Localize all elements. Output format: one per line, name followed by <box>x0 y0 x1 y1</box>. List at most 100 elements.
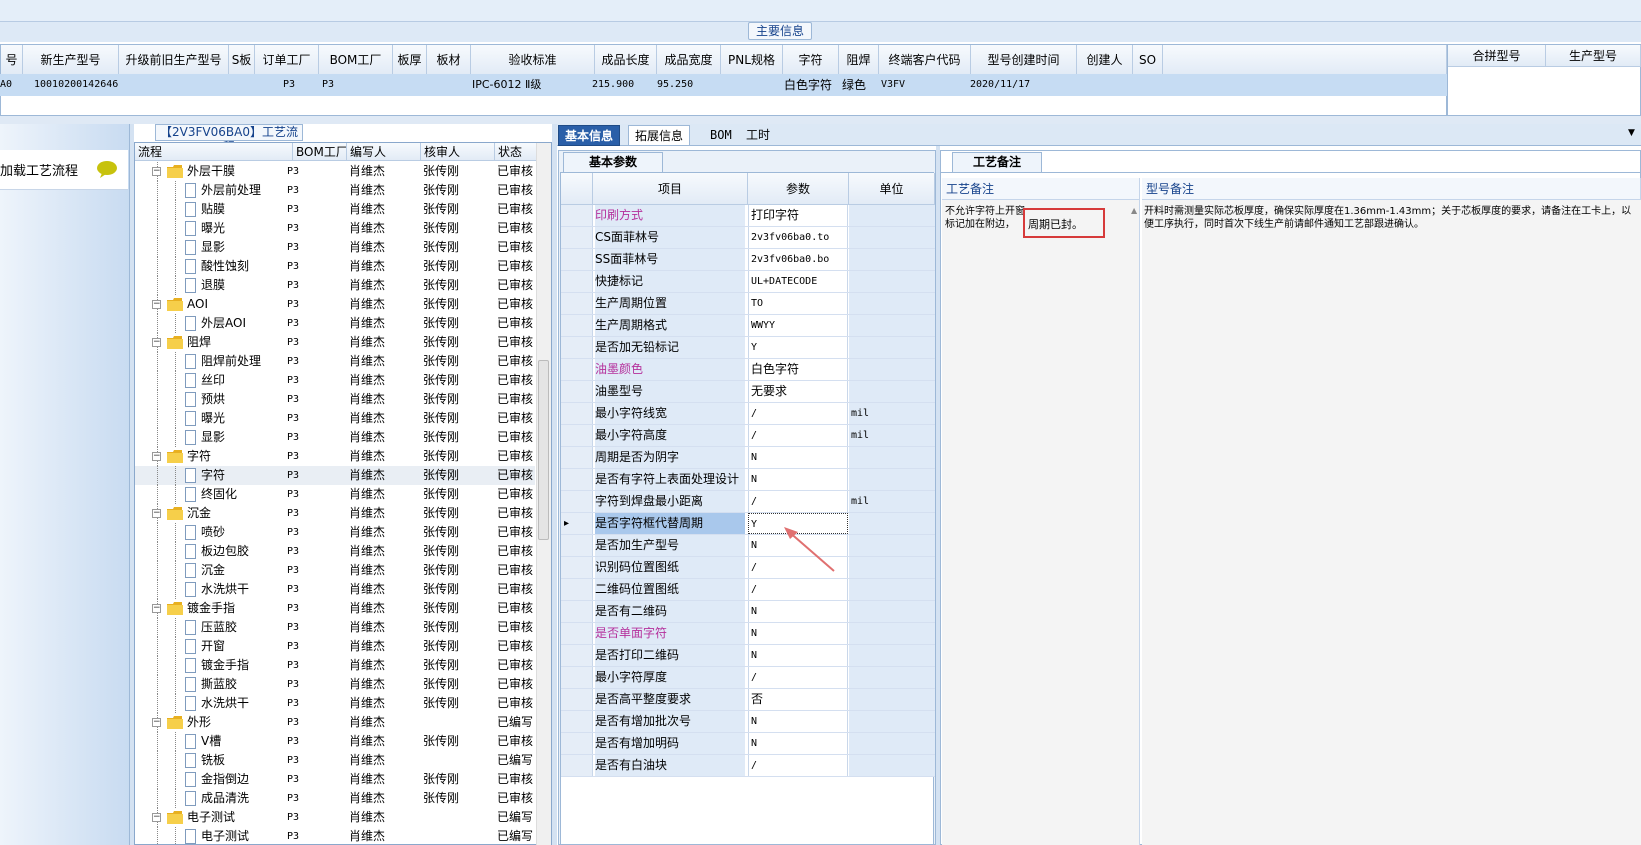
param-row[interactable]: 最小字符高度 / mil <box>561 425 935 447</box>
tab-basic-info[interactable]: 基本信息 <box>558 125 621 146</box>
param-row[interactable]: 是否有增加批次号 N <box>561 711 935 733</box>
param-row[interactable]: 周期是否为阴字 N <box>561 447 935 469</box>
tree-item-row[interactable]: 丝印 P3 肖维杰 张传刚 已审核 <box>135 371 535 390</box>
param-value[interactable]: 打印字符 <box>748 205 848 226</box>
row-indicator[interactable] <box>561 689 593 710</box>
row-indicator[interactable] <box>561 249 593 270</box>
col-header[interactable]: 编写人 <box>347 143 421 161</box>
load-process-item[interactable]: 加载工艺流程 <box>0 150 128 190</box>
col-header[interactable]: BOM工厂 <box>319 45 393 75</box>
param-row[interactable]: 是否有增加明码 N <box>561 733 935 755</box>
col-header[interactable]: 流程 <box>135 143 293 161</box>
param-row[interactable]: ▸ 是否字符框代替周期 Y <box>561 513 935 535</box>
row-indicator[interactable] <box>561 645 593 666</box>
param-value[interactable]: N <box>748 645 848 666</box>
row-indicator[interactable] <box>561 733 593 754</box>
cell-char[interactable]: 白色字符 <box>784 75 832 95</box>
collapse-icon[interactable]: − <box>152 167 161 176</box>
col-header[interactable]: BOM工厂 <box>293 143 347 161</box>
col-header[interactable]: 状态 <box>495 143 537 161</box>
param-value[interactable]: N <box>748 469 848 490</box>
row-indicator[interactable] <box>561 381 593 402</box>
tree-item-row[interactable]: 水洗烘干 P3 肖维杰 张传刚 已审核 <box>135 580 535 599</box>
col-header[interactable]: 单位 <box>849 173 935 205</box>
tree-group-row[interactable]: − 外形 P3 肖维杰 已编写 <box>135 713 535 732</box>
param-value[interactable]: N <box>748 623 848 644</box>
param-value[interactable]: 否 <box>748 689 848 710</box>
row-indicator[interactable] <box>561 667 593 688</box>
row-indicator[interactable] <box>561 337 593 358</box>
tree-item-row[interactable]: 终固化 P3 肖维杰 张传刚 已审核 <box>135 485 535 504</box>
tree-item-row[interactable]: 曝光 P3 肖维杰 张传刚 已审核 <box>135 409 535 428</box>
row-indicator[interactable] <box>561 491 593 512</box>
param-row[interactable]: 是否加生产型号 N <box>561 535 935 557</box>
splitter-horizontal[interactable] <box>0 116 1641 124</box>
tree-item-row[interactable]: 显影 P3 肖维杰 张传刚 已审核 <box>135 238 535 257</box>
param-row[interactable]: 最小字符厚度 / <box>561 667 935 689</box>
row-indicator[interactable] <box>561 623 593 644</box>
col-header[interactable]: 创建人 <box>1077 45 1133 75</box>
tab-work-hours[interactable]: 工时 <box>740 125 776 146</box>
tree-item-row[interactable]: 退膜 P3 肖维杰 张传刚 已审核 <box>135 276 535 295</box>
col-header[interactable]: 板材 <box>427 45 471 75</box>
row-indicator[interactable] <box>561 205 593 226</box>
tree-item-row[interactable]: 开窗 P3 肖维杰 张传刚 已审核 <box>135 637 535 656</box>
collapse-icon[interactable]: − <box>152 338 161 347</box>
main-info-row[interactable] <box>0 74 1447 96</box>
tree-group-row[interactable]: − 沉金 P3 肖维杰 张传刚 已审核 <box>135 504 535 523</box>
param-value[interactable]: / <box>748 425 848 446</box>
tab-dropdown-icon[interactable]: ▼ <box>1628 128 1635 138</box>
cell-product-no[interactable]: 10010200142646 <box>34 75 118 95</box>
tree-group-row[interactable]: − 字符 P3 肖维杰 张传刚 已审核 <box>135 447 535 466</box>
tab-basic-params[interactable]: 基本参数 <box>563 152 663 172</box>
tree-group-row[interactable]: − 外层干膜 P3 肖维杰 张传刚 已审核 <box>135 162 535 181</box>
param-value[interactable]: N <box>748 711 848 732</box>
col-header[interactable]: 项目 <box>593 173 748 205</box>
row-indicator[interactable] <box>561 403 593 424</box>
param-row[interactable]: 是否单面字符 N <box>561 623 935 645</box>
tree-group-row[interactable]: − AOI P3 肖维杰 张传刚 已审核 <box>135 295 535 314</box>
param-row[interactable]: 二维码位置图纸 / <box>561 579 935 601</box>
cell-acceptance[interactable]: IPC-6012 Ⅱ级 <box>472 75 541 95</box>
cell[interactable]: A0 <box>0 75 12 95</box>
col-header[interactable]: 成品宽度 <box>657 45 721 75</box>
row-indicator[interactable] <box>561 755 593 776</box>
row-indicator[interactable] <box>561 227 593 248</box>
param-value[interactable]: / <box>748 667 848 688</box>
param-value[interactable]: 2v3fv06ba0.to <box>748 227 848 248</box>
param-value[interactable]: WWYY <box>748 315 848 336</box>
param-value[interactable]: / <box>748 579 848 600</box>
param-row[interactable]: CS面菲林号 2v3fv06ba0.to <box>561 227 935 249</box>
cell-order-factory[interactable]: P3 <box>283 75 295 95</box>
tab-extended-info[interactable]: 拓展信息 <box>628 125 691 146</box>
collapse-icon[interactable]: − <box>152 452 161 461</box>
param-value[interactable]: 无要求 <box>748 381 848 402</box>
param-value[interactable]: / <box>748 403 848 424</box>
row-indicator[interactable] <box>561 601 593 622</box>
col-header[interactable]: 合拼型号 <box>1448 45 1546 67</box>
row-indicator[interactable] <box>561 271 593 292</box>
tree-item-row[interactable]: 喷砂 P3 肖维杰 张传刚 已审核 <box>135 523 535 542</box>
tree-item-row[interactable]: 显影 P3 肖维杰 张传刚 已审核 <box>135 428 535 447</box>
col-header[interactable]: 型号创建时间 <box>971 45 1077 75</box>
param-value[interactable]: N <box>748 447 848 468</box>
collapse-icon[interactable]: − <box>152 718 161 727</box>
row-indicator[interactable] <box>561 447 593 468</box>
tree-item-row[interactable]: 成品清洗 P3 肖维杰 张传刚 已审核 <box>135 789 535 808</box>
corner-header[interactable] <box>561 173 593 205</box>
col-header[interactable]: PNL规格 <box>721 45 783 75</box>
tree-item-row[interactable]: 字符 P3 肖维杰 张传刚 已审核 <box>135 466 535 485</box>
scroll-up-icon[interactable]: ▲ <box>1131 206 1137 215</box>
col-header[interactable]: 订单工厂 <box>255 45 319 75</box>
tab-bom[interactable]: BOM <box>704 125 738 146</box>
param-value[interactable]: TO <box>748 293 848 314</box>
tree-item-row[interactable]: 板边包胶 P3 肖维杰 张传刚 已审核 <box>135 542 535 561</box>
row-indicator[interactable] <box>561 579 593 600</box>
param-row[interactable]: 是否加无铅标记 Y <box>561 337 935 359</box>
tree-group-row[interactable]: − 电子测试 P3 肖维杰 已编写 <box>135 808 535 827</box>
col-header[interactable]: 升级前旧生产型号 <box>119 45 229 75</box>
tree-item-row[interactable]: 外层前处理 P3 肖维杰 张传刚 已审核 <box>135 181 535 200</box>
param-value[interactable]: 2v3fv06ba0.bo <box>748 249 848 270</box>
tree-scroll-thumb[interactable] <box>538 360 549 540</box>
col-header[interactable]: 终端客户代码 <box>879 45 971 75</box>
